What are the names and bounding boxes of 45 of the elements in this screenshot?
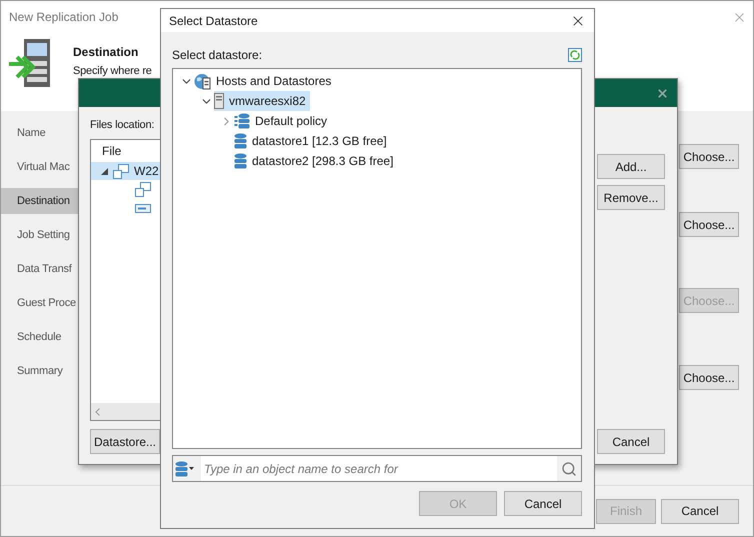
database-list-icon <box>234 113 250 129</box>
list-action-button[interactable]: Add... <box>597 154 665 179</box>
wizard-step[interactable]: Data Transf <box>1 256 78 282</box>
wizard-step[interactable]: Name <box>1 120 78 146</box>
datastore-button[interactable]: Datastore... <box>90 429 160 454</box>
tree-item[interactable]: datastore2 [298.3 GB free] <box>234 151 398 171</box>
tree-item[interactable]: vmwareesxi82 <box>214 91 310 111</box>
step-title: Destination <box>73 45 140 59</box>
wizard-step[interactable]: Schedule <box>1 324 78 350</box>
server-icon <box>214 93 224 109</box>
tree-item[interactable]: datastore1 [12.3 GB free] <box>234 131 391 151</box>
wizard-step[interactable]: Virtual Mac <box>1 154 78 180</box>
wizard-step[interactable]: Guest Proce <box>1 290 78 316</box>
vm-icon <box>135 182 151 197</box>
select-datastore-label: Select datastore: <box>172 48 262 62</box>
files-location-label: Files location: <box>90 119 154 131</box>
search-field[interactable]: Type in an object name to search for <box>172 455 582 482</box>
refresh-icon[interactable] <box>568 48 582 62</box>
dialog-title: Select Datastore <box>169 14 258 28</box>
cancel-button[interactable]: Cancel <box>597 429 665 454</box>
database-icon <box>234 133 247 149</box>
file-name: W22 <box>134 164 159 178</box>
choose-button[interactable]: Choose... <box>679 212 739 237</box>
caret-icon <box>189 467 194 470</box>
wizard-step[interactable]: Destination <box>1 188 78 214</box>
list-action-button[interactable]: Remove... <box>597 185 665 210</box>
step-description: Specify where re <box>73 65 152 77</box>
scroll-left-icon[interactable] <box>95 408 100 416</box>
database-icon <box>175 460 188 476</box>
search-icon[interactable] <box>561 460 577 476</box>
choose-button[interactable]: Choose... <box>679 365 739 390</box>
window-title: New Replication Job <box>9 10 118 24</box>
database-icon <box>234 153 247 169</box>
wizard-step[interactable]: Job Setting <box>1 222 78 248</box>
footer-button[interactable]: Cancel <box>661 498 739 524</box>
server-arrow-icon <box>9 37 51 89</box>
expand-triangle-icon[interactable] <box>101 168 108 174</box>
wizard-step[interactable]: Summary <box>1 358 78 384</box>
tree-item[interactable]: Default policy <box>234 111 332 131</box>
choose-button[interactable]: Choose... <box>679 144 739 169</box>
object-type-dropdown[interactable] <box>173 456 201 481</box>
tree-item[interactable]: Hosts and Datastores <box>194 71 336 91</box>
globe-server-icon <box>194 72 211 90</box>
dialog-button[interactable]: Cancel <box>504 491 582 516</box>
vm-icon <box>113 164 129 178</box>
